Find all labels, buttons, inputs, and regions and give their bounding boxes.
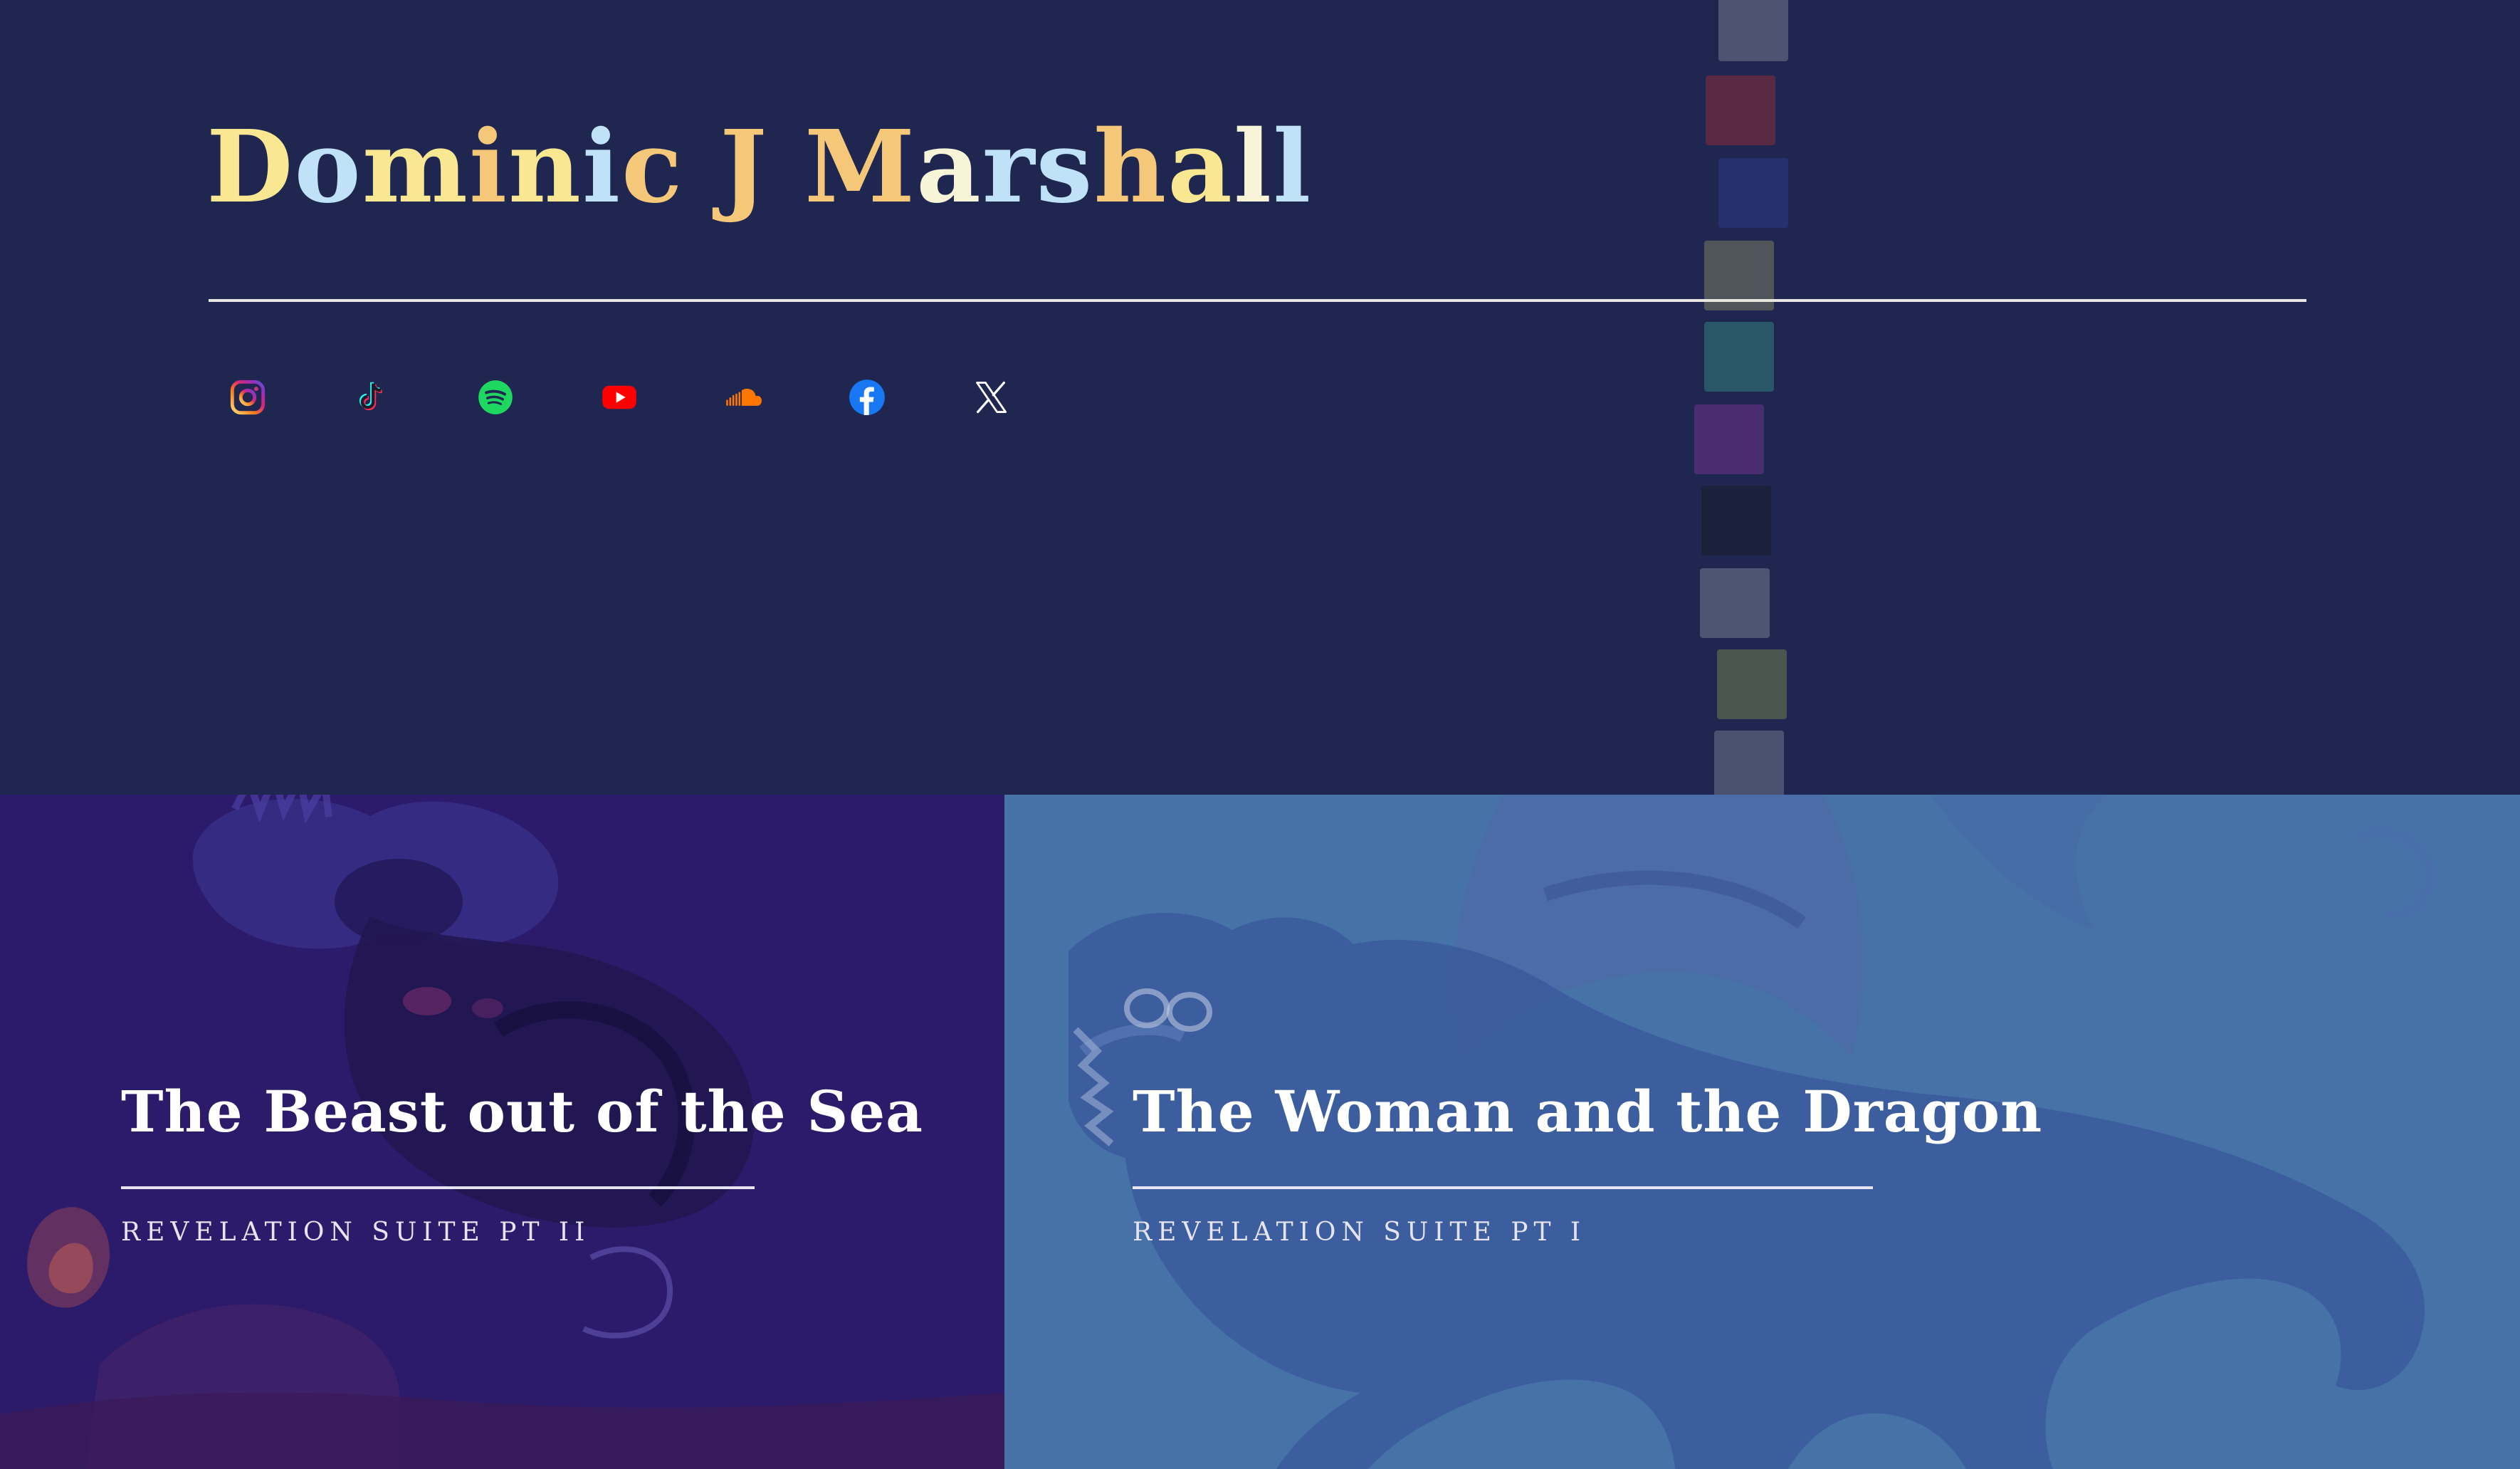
- title-letter: i: [582, 109, 622, 226]
- tile: [1717, 649, 1787, 719]
- tiktok-icon: [359, 382, 382, 411]
- title-letter: D: [206, 109, 295, 226]
- title-letter: a: [1167, 109, 1234, 226]
- instagram-icon: [230, 380, 266, 415]
- soundcloud-icon: [726, 388, 762, 406]
- instagram-link[interactable]: [229, 379, 266, 416]
- youtube-icon: [602, 385, 636, 409]
- tile: [1700, 568, 1770, 638]
- tile: [1714, 731, 1784, 795]
- tile: [1718, 158, 1788, 228]
- title-letter: M: [804, 109, 917, 226]
- site-title-text: Dominic J Marshall: [0, 0, 1, 1]
- title-letter: r: [982, 109, 1036, 226]
- title-letter: s: [1036, 109, 1094, 226]
- x-link[interactable]: [972, 379, 1009, 416]
- spotify-icon: [478, 380, 513, 414]
- tile: [1718, 0, 1788, 61]
- title-letter: [683, 107, 720, 228]
- site-header: Dominic J Marshall Dominic J Marshall: [0, 0, 2520, 795]
- title-letter: m: [362, 109, 469, 226]
- tiktok-link[interactable]: [353, 379, 390, 416]
- youtube-link[interactable]: [601, 379, 638, 416]
- release-divider: [1133, 1186, 1873, 1189]
- title-letter: a: [916, 109, 982, 226]
- release-divider: [121, 1186, 755, 1189]
- social-bar: [229, 379, 1009, 416]
- title-letter: c: [621, 109, 684, 226]
- soundcloud-link[interactable]: [725, 379, 762, 416]
- tile: [1701, 486, 1771, 555]
- title-letter: l: [1233, 109, 1274, 226]
- title-letter: o: [294, 109, 362, 226]
- site-title[interactable]: Dominic J Marshall: [206, 107, 1312, 228]
- x-icon: [976, 381, 1007, 414]
- tile: [1704, 322, 1774, 392]
- title-letter: n: [508, 109, 582, 226]
- release-card-beast-out-of-the-sea[interactable]: The Beast out of the Sea REVELATION SUIT…: [0, 795, 1004, 1469]
- release-subtitle: REVELATION SUITE PT II: [121, 1218, 591, 1247]
- title-letter: h: [1093, 109, 1168, 226]
- title-letter: J: [720, 109, 769, 226]
- tile: [1706, 75, 1775, 145]
- release-title[interactable]: The Beast out of the Sea: [121, 1076, 923, 1147]
- title-letter: l: [1273, 109, 1313, 226]
- title-letter: i: [468, 109, 509, 226]
- title-letter: [768, 107, 804, 228]
- facebook-icon: [849, 380, 885, 415]
- spotify-link[interactable]: [477, 379, 514, 416]
- facebook-link[interactable]: [849, 379, 886, 416]
- release-title[interactable]: The Woman and the Dragon: [1133, 1076, 2042, 1147]
- tile: [1694, 404, 1764, 474]
- release-card-woman-and-the-dragon[interactable]: The Woman and the Dragon REVELATION SUIT…: [1004, 795, 2520, 1469]
- release-subtitle: REVELATION SUITE PT I: [1133, 1218, 1587, 1247]
- header-divider: [209, 299, 2306, 302]
